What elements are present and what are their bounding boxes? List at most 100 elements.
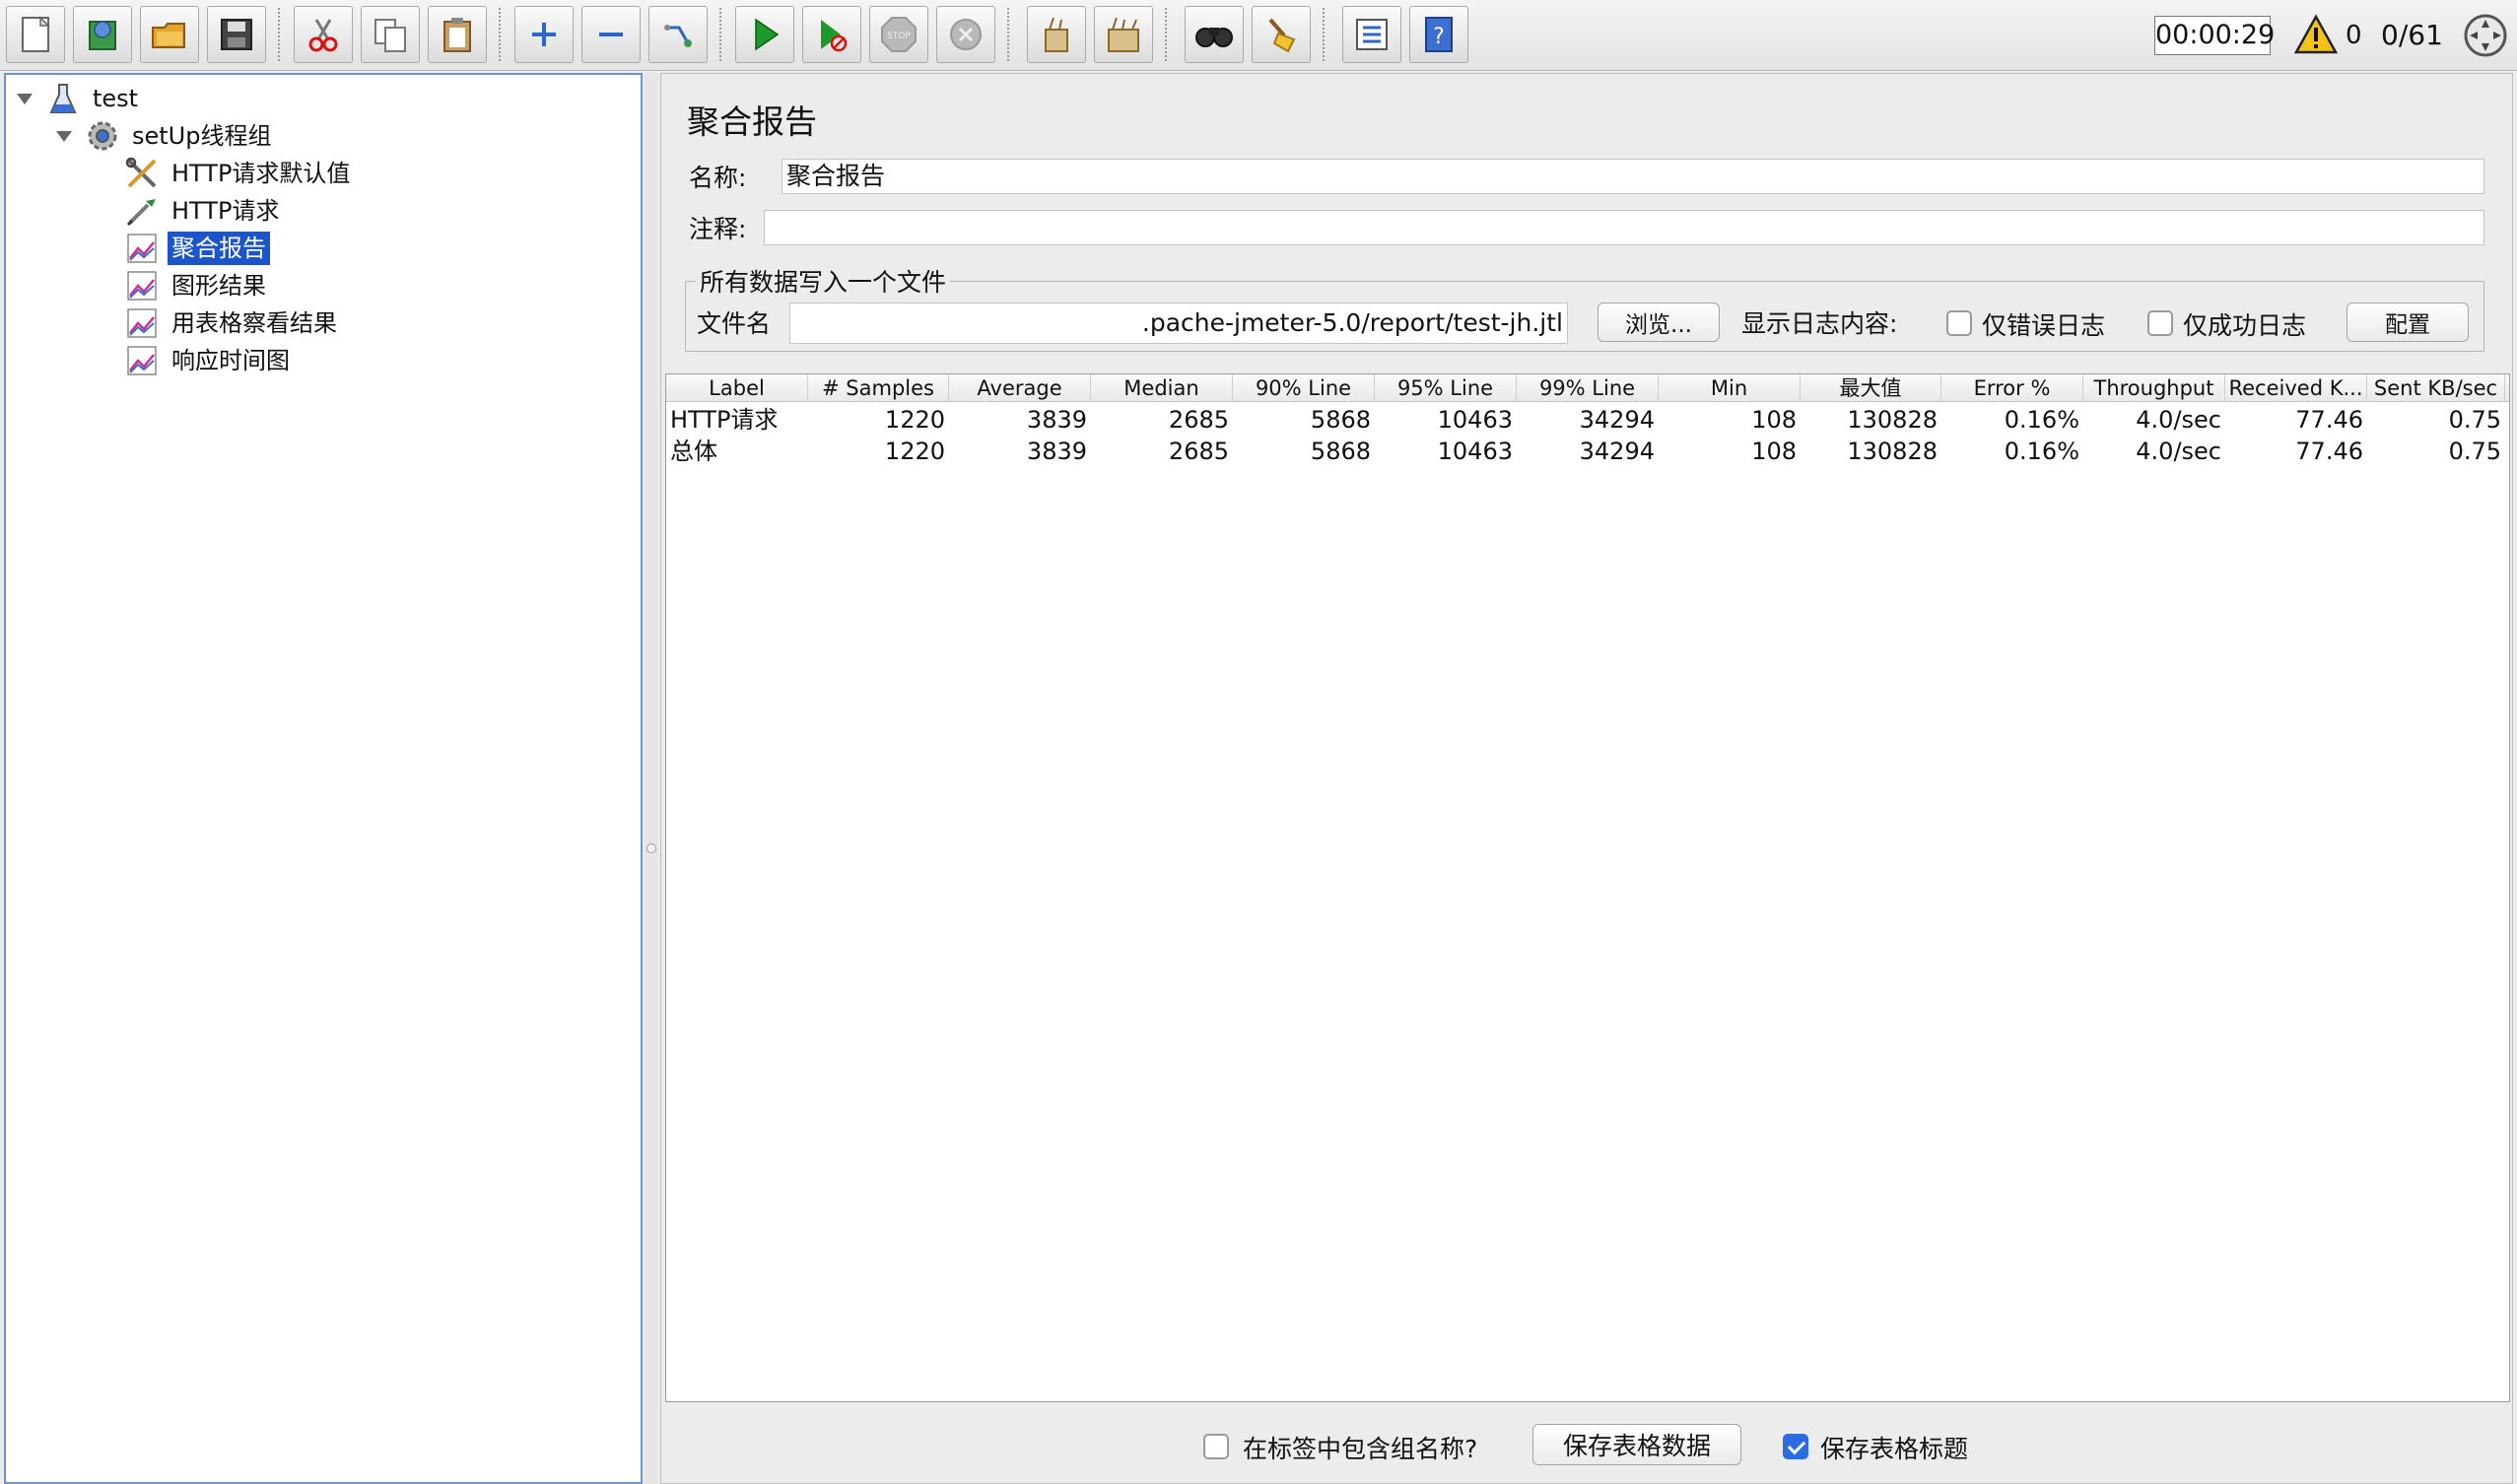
shutdown-button[interactable]	[936, 6, 995, 63]
table-cell: 0.75	[2448, 406, 2501, 434]
column-header[interactable]: Error %	[1941, 374, 2083, 402]
table-cell: HTTP请求	[670, 406, 779, 434]
tree-item-label: 图形结果	[171, 272, 266, 300]
column-header[interactable]: # Samples	[808, 374, 949, 402]
aggregate-report-panel: 聚合报告 名称: 聚合报告 注释: 所有数据写入一个文件 文件名 .pache-…	[660, 73, 2513, 1484]
copy-button[interactable]	[361, 6, 420, 63]
toggle-button[interactable]	[648, 6, 708, 63]
table-cell: 3839	[1026, 406, 1087, 434]
stop-icon: STOP	[881, 17, 917, 52]
toolbar-separator	[719, 8, 721, 61]
table-cell: 130828	[1847, 406, 1938, 434]
active-threads: 0/61	[2381, 19, 2443, 51]
table-cell: 34294	[1579, 406, 1655, 434]
column-header[interactable]: Received K...	[2225, 374, 2367, 402]
collapse-all-button[interactable]	[581, 6, 641, 63]
configure-button[interactable]: 配置	[2347, 303, 2469, 342]
errors-only-checkbox[interactable]	[1946, 310, 1972, 336]
tree-item-http-defaults[interactable]: HTTP请求默认值	[124, 156, 354, 191]
reset-search-button[interactable]	[1252, 6, 1311, 63]
column-header[interactable]: Min	[1659, 374, 1801, 402]
open-icon	[152, 23, 185, 48]
elapsed-time: 00:00:29	[2154, 16, 2275, 55]
copy-icon	[374, 19, 406, 52]
table-cell: 1220	[884, 406, 945, 434]
tree-item-label: setUp线程组	[132, 122, 272, 150]
include-group-checkbox[interactable]	[1203, 1434, 1229, 1459]
warning-count: 0	[2346, 21, 2362, 50]
clear-button[interactable]	[1027, 6, 1086, 63]
search-button[interactable]	[1185, 6, 1244, 63]
chart-icon	[127, 308, 157, 338]
chart-icon	[127, 346, 157, 375]
expand-all-button[interactable]	[514, 6, 574, 63]
help-icon: ?	[1425, 17, 1453, 52]
expand-triangle-icon[interactable]	[53, 125, 75, 147]
name-field[interactable]: 聚合报告	[782, 159, 2484, 194]
tree-item-view-results-table[interactable]: 用表格察看结果	[124, 305, 341, 341]
new-button[interactable]	[6, 6, 65, 63]
tree-item-setup-thread-group[interactable]: setUp线程组	[53, 118, 275, 154]
cut-button[interactable]	[294, 6, 353, 63]
function-helper-icon	[1356, 19, 1388, 50]
tree-item-aggregate-report[interactable]: 聚合报告	[124, 231, 270, 266]
success-only-checkbox[interactable]	[2147, 310, 2173, 336]
tree-item-http-request[interactable]: HTTP请求	[124, 193, 283, 229]
stop-button[interactable]: STOP	[869, 6, 928, 63]
help-button[interactable]: ?	[1409, 6, 1468, 63]
filename-field[interactable]: .pache-jmeter-5.0/report/test-jh.jtl	[789, 303, 1568, 344]
pane-splitter[interactable]	[645, 73, 658, 1484]
column-header[interactable]: Label	[666, 374, 808, 402]
expand-triangle-icon[interactable]	[14, 88, 35, 109]
start-no-pauses-button[interactable]	[802, 6, 861, 63]
column-header[interactable]: 99% Line	[1517, 374, 1659, 402]
save-button[interactable]	[207, 6, 266, 63]
tree-item-label: HTTP请求默认值	[171, 160, 351, 187]
remote-status-icon[interactable]	[2462, 12, 2509, 59]
page-title: 聚合报告	[687, 102, 817, 141]
paste-button[interactable]	[428, 6, 487, 63]
table-cell: 1220	[884, 438, 945, 465]
table-header: Label # Samples Average Median 90% Line 95% L…	[666, 374, 2509, 402]
table-cell: 77.46	[2295, 406, 2363, 434]
open-button[interactable]	[140, 6, 199, 63]
aggregate-table[interactable]: Label # Samples Average Median 90% Line 95% L…	[665, 373, 2510, 1402]
browse-button[interactable]: 浏览...	[1598, 303, 1720, 342]
column-header[interactable]: 最大值	[1801, 374, 1941, 402]
table-cell: 4.0/sec	[2136, 438, 2221, 465]
save-header-checkbox[interactable]	[1783, 1434, 1808, 1459]
svg-text:?: ?	[1433, 25, 1445, 49]
warning-icon[interactable]	[2294, 14, 2338, 55]
column-header[interactable]: 95% Line	[1375, 374, 1517, 402]
function-helper-button[interactable]	[1342, 6, 1401, 63]
main-toolbar: STOP ? 00:00:29 0 0/61	[0, 0, 2517, 71]
clear-icon	[1045, 17, 1068, 52]
splitter-handle[interactable]	[646, 843, 656, 853]
tree-item-graph-results[interactable]: 图形结果	[124, 268, 270, 304]
name-label: 名称:	[689, 164, 747, 192]
clear-all-icon	[1108, 17, 1139, 52]
tree-item-response-time-graph[interactable]: 响应时间图	[124, 343, 294, 378]
column-header[interactable]: 90% Line	[1233, 374, 1375, 402]
clear-all-button[interactable]	[1094, 6, 1153, 63]
templates-button[interactable]	[73, 6, 132, 63]
test-plan-tree: test setUp线程组 HTTP请求默认值 HTTP请求 聚合报告 图形结果…	[4, 73, 643, 1484]
tree-item-test[interactable]: test	[14, 81, 142, 116]
save-table-button[interactable]: 保存表格数据	[1532, 1424, 1741, 1465]
tree-item-label: 用表格察看结果	[171, 309, 337, 337]
pipette-icon	[126, 199, 156, 227]
column-header[interactable]: Sent KB/sec	[2367, 374, 2505, 402]
table-row[interactable]: 总体 1220 3839 2685 5868 10463 34294 108 130828 0.1…	[666, 436, 2509, 467]
table-cell: 10463	[1437, 438, 1513, 465]
comment-field[interactable]	[764, 210, 2484, 245]
column-header[interactable]: Average	[949, 374, 1091, 402]
table-row[interactable]: HTTP请求 1220 3839 2685 5868 10463 34294 108 13082…	[666, 404, 2509, 436]
paste-icon	[443, 18, 471, 52]
column-header[interactable]: Throughput	[2083, 374, 2225, 402]
tree-item-label: 响应时间图	[171, 347, 290, 374]
start-button[interactable]	[735, 6, 794, 63]
tree-item-label: test	[93, 85, 139, 112]
svg-text:STOP: STOP	[887, 32, 911, 41]
table-cell: 108	[1751, 406, 1797, 434]
column-header[interactable]: Median	[1091, 374, 1233, 402]
